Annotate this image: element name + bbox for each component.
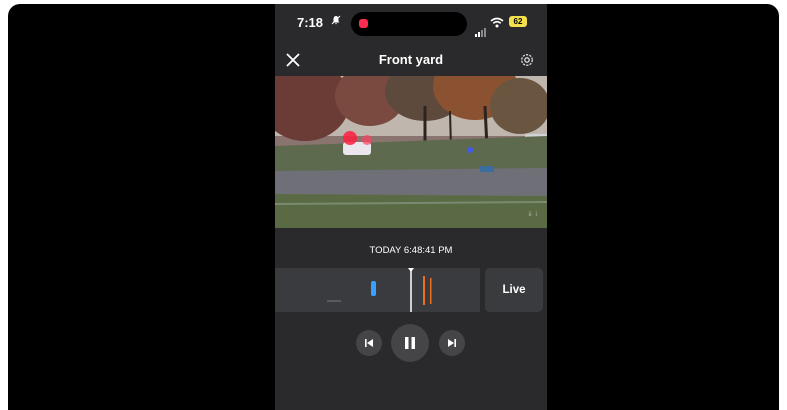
pause-icon[interactable] xyxy=(391,324,429,362)
event-marker-orange xyxy=(430,278,432,304)
gear-icon[interactable] xyxy=(518,51,536,69)
recording-indicator-icon xyxy=(359,19,368,28)
status-time: 7:18 xyxy=(297,15,324,30)
event-timeline[interactable] xyxy=(275,268,480,312)
wifi-icon xyxy=(490,15,504,33)
cellular-signal-icon xyxy=(475,19,487,37)
skip-previous-icon[interactable] xyxy=(356,330,382,356)
bell-icon xyxy=(331,15,341,28)
svg-text:⁞⁞ ⁞: ⁞⁞ ⁞ xyxy=(528,211,537,218)
phone-screen: 7:18 62 Front yard ⁞⁞ ⁞ TODAY 6:48:41 PM… xyxy=(275,4,547,410)
live-button[interactable]: Live xyxy=(485,268,543,312)
status-bar: 7:18 62 xyxy=(275,4,547,42)
event-marker-orange xyxy=(423,276,425,305)
header-bar: Front yard xyxy=(275,44,547,74)
camera-video-feed[interactable]: ⁞⁞ ⁞ xyxy=(275,76,547,228)
skip-next-icon[interactable] xyxy=(439,330,465,356)
dynamic-island xyxy=(351,12,467,36)
playback-timestamp: TODAY 6:48:41 PM xyxy=(369,245,453,256)
motion-event-marker xyxy=(371,281,376,296)
battery-indicator: 62 xyxy=(509,16,527,27)
app-frame: 7:18 62 Front yard ⁞⁞ ⁞ TODAY 6:48:41 PM… xyxy=(8,4,779,410)
page-title: Front yard xyxy=(378,52,444,67)
